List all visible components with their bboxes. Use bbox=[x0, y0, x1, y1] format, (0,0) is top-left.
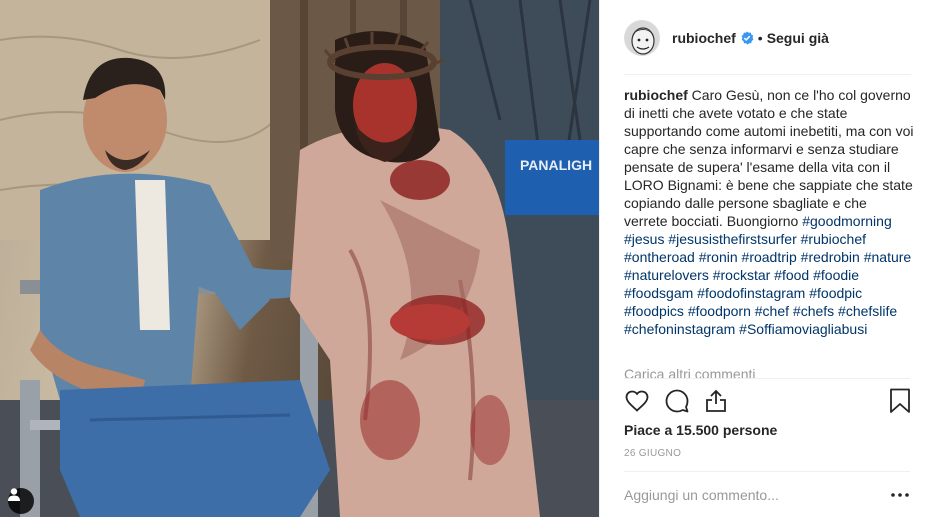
likes-count-link[interactable]: Piace a 15.500 persone bbox=[624, 422, 777, 438]
avatar-image bbox=[625, 20, 659, 55]
save-button[interactable] bbox=[887, 388, 913, 414]
more-options-icon bbox=[891, 493, 909, 497]
post-side-panel: rubiochef • Segui già rubiochef Caro Ges… bbox=[599, 0, 934, 517]
load-more-comments-link[interactable]: Carica altri commenti bbox=[624, 365, 755, 379]
bookmark-icon bbox=[890, 388, 910, 413]
caption-username-link[interactable]: rubiochef bbox=[624, 87, 688, 103]
post-actions-bar bbox=[624, 388, 912, 416]
post-date[interactable]: 26 GIUGNO bbox=[624, 448, 681, 459]
heart-icon bbox=[625, 390, 649, 412]
post-header: rubiochef • Segui già bbox=[600, 0, 934, 75]
post-photo-illustration: PANALIGH bbox=[0, 0, 599, 517]
share-button[interactable] bbox=[703, 388, 729, 414]
add-comment-input[interactable] bbox=[624, 484, 889, 506]
share-icon bbox=[706, 389, 726, 412]
post-caption: rubiochef Caro Gesù, non ce l'ho col gov… bbox=[624, 86, 914, 338]
caption-text: Caro Gesù, non ce l'ho col governo di in… bbox=[624, 87, 914, 229]
svg-text:PANALIGH: PANALIGH bbox=[520, 157, 592, 173]
comment-button[interactable] bbox=[664, 388, 690, 414]
header-divider bbox=[624, 74, 911, 75]
user-icon bbox=[8, 488, 20, 501]
username-link[interactable]: rubiochef bbox=[672, 30, 736, 46]
following-button[interactable]: Segui già bbox=[767, 30, 829, 46]
avatar[interactable] bbox=[624, 19, 660, 56]
separator-dot: • bbox=[757, 29, 763, 46]
comment-icon bbox=[665, 389, 689, 413]
more-options-button[interactable] bbox=[890, 486, 910, 504]
verified-badge-icon bbox=[740, 31, 754, 45]
tagged-users-button[interactable] bbox=[8, 488, 34, 514]
post-photo[interactable]: PANALIGH bbox=[0, 0, 599, 517]
caption-hashtags[interactable]: #goodmorning #jesus #jesusisthefirstsurf… bbox=[624, 213, 911, 337]
like-button[interactable] bbox=[624, 388, 650, 414]
comment-divider bbox=[624, 471, 910, 472]
actions-divider bbox=[624, 378, 910, 379]
